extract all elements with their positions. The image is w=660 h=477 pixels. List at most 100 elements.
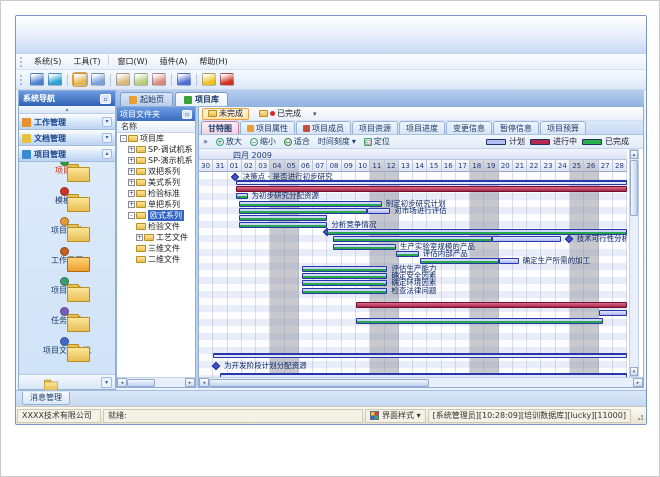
- mail-delete-icon[interactable]: [152, 73, 166, 86]
- tree-node-检验标准[interactable]: +检验标准: [117, 188, 195, 199]
- tree-node-二维文件[interactable]: 二维文件: [117, 254, 195, 265]
- nav-group-项目管理[interactable]: 项目管理▴: [19, 146, 115, 162]
- gantt-bar-mixed[interactable]: [396, 251, 419, 257]
- gantt-vertical-scrollbar[interactable]: ▴ ▾: [629, 149, 639, 377]
- lock-icon[interactable]: [202, 73, 216, 86]
- gantt-scroll-up-button[interactable]: ▴: [630, 150, 638, 159]
- filter-complete-button[interactable]: 已完成: [253, 108, 307, 120]
- mail-refresh-icon[interactable]: [134, 73, 148, 86]
- gantt-bar-mixed[interactable]: [356, 318, 603, 324]
- menu-item-3[interactable]: 插件(A): [154, 55, 194, 68]
- chevron-icon[interactable]: ▾: [102, 133, 112, 143]
- gantt-bar-mixed[interactable]: [239, 222, 327, 228]
- tree-scroll-right-button[interactable]: ▸: [185, 378, 195, 387]
- locate-button[interactable]: ◱定位: [360, 136, 394, 147]
- expand-icon[interactable]: +: [128, 157, 135, 164]
- menu-item-0[interactable]: 系统(S): [28, 55, 67, 68]
- nav-group-工作管理[interactable]: 工作管理▾: [19, 114, 115, 130]
- fit-button[interactable]: ↔适合: [280, 136, 314, 147]
- expand-icon[interactable]: +: [128, 168, 135, 175]
- zoom-out-button[interactable]: −缩小: [246, 136, 280, 147]
- tab-项目成员[interactable]: 项目成员: [296, 121, 351, 134]
- nav-footer-chevron-button[interactable]: ▾: [101, 377, 112, 388]
- gantt-horizontal-scrollbar[interactable]: ◂ ▸: [199, 377, 643, 387]
- expand-icon[interactable]: +: [136, 234, 143, 241]
- ui-style-button[interactable]: 界面样式 ▾: [365, 409, 426, 423]
- chevron-icon[interactable]: ▾: [102, 117, 112, 127]
- workspace-icon[interactable]: [30, 73, 44, 86]
- gantt-bar-mixed[interactable]: [239, 208, 367, 214]
- folder-window-icon[interactable]: [91, 73, 105, 86]
- filter-more-button[interactable]: ▾: [313, 110, 317, 118]
- gantt-bar-progress[interactable]: [356, 302, 627, 308]
- collapse-icon[interactable]: -: [120, 135, 127, 142]
- tab-变更信息[interactable]: 变更信息: [446, 121, 492, 134]
- gantt-bar-mixed[interactable]: [302, 273, 388, 279]
- tree-node-欧式系列[interactable]: -欧式系列: [117, 210, 195, 221]
- gantt-hscroll-thumb[interactable]: [209, 379, 429, 387]
- collapse-icon[interactable]: -: [128, 212, 135, 219]
- expand-icon[interactable]: +: [128, 146, 135, 153]
- tree-horizontal-scrollbar[interactable]: ◂ ▸: [117, 377, 195, 387]
- tab-项目资源[interactable]: 项目资源: [352, 121, 398, 134]
- tree-scroll-thumb[interactable]: [127, 379, 155, 387]
- nav-pin-icon[interactable]: ▫: [100, 94, 111, 104]
- nav-scroll-up-button[interactable]: ▴: [19, 106, 115, 114]
- tree-node-检验文件[interactable]: 检验文件: [117, 221, 195, 232]
- tab-暂停信息[interactable]: 暂停信息: [493, 121, 539, 134]
- stop-icon[interactable]: [220, 73, 234, 86]
- toolbar-overflow-button[interactable]: »: [199, 137, 212, 146]
- gantt-bar-mixed[interactable]: [302, 266, 388, 272]
- mail-icon[interactable]: [116, 73, 130, 86]
- nav-group-文档管理[interactable]: 文档管理▾: [19, 130, 115, 146]
- tab-项目预算[interactable]: 项目预算: [540, 121, 586, 134]
- tab-项目进度[interactable]: 项目进度: [399, 121, 445, 134]
- gantt-bar-mixed[interactable]: [239, 215, 327, 221]
- tree-scroll-left-button[interactable]: ◂: [117, 378, 127, 387]
- folder-open-icon[interactable]: [73, 73, 87, 86]
- resize-grip[interactable]: [634, 411, 644, 421]
- gantt-scroll-left-button[interactable]: ◂: [199, 378, 209, 387]
- tab-项目属性[interactable]: 项目属性: [240, 121, 295, 134]
- expand-icon[interactable]: +: [128, 179, 135, 186]
- timescale-dropdown[interactable]: 时间刻度▾: [314, 136, 360, 147]
- gantt-bar-mixed[interactable]: [236, 193, 247, 199]
- tree-node-SP-调试机系[interactable]: +SP-调试机系: [117, 144, 195, 155]
- gantt-bar-mixed[interactable]: [333, 244, 396, 250]
- tree-node-单把系列[interactable]: +单把系列: [117, 199, 195, 210]
- tree-node-三维文件[interactable]: 三维文件: [117, 243, 195, 254]
- gantt-scroll-down-button[interactable]: ▾: [630, 367, 638, 376]
- tree-node-美式系列[interactable]: +美式系列: [117, 177, 195, 188]
- sidebar-item-项目文档查找[interactable]: 项目文档查找: [19, 342, 115, 372]
- gantt-bar-mixed[interactable]: [302, 288, 388, 294]
- zoom-in-button[interactable]: +放大: [212, 136, 246, 147]
- doc-tab-项目库[interactable]: 项目库: [175, 92, 228, 106]
- gantt-bar-mixed[interactable]: [302, 280, 388, 286]
- menu-item-2[interactable]: 窗口(W): [111, 55, 153, 68]
- tree-node-双把系列[interactable]: +双把系列: [117, 166, 195, 177]
- tab-甘特图[interactable]: 甘特图: [201, 121, 239, 134]
- gantt-scroll-right-button[interactable]: ▸: [633, 378, 643, 387]
- chevron-icon[interactable]: ▴: [102, 149, 112, 159]
- expand-icon[interactable]: +: [128, 190, 135, 197]
- tree-node-工艺文件[interactable]: +工艺文件: [117, 232, 195, 243]
- gantt-bar-mixed[interactable]: [239, 201, 382, 207]
- expand-icon[interactable]: +: [128, 201, 135, 208]
- tree-node-SP-演示机系[interactable]: +SP-演示机系: [117, 155, 195, 166]
- gantt-bar-plan[interactable]: [499, 258, 519, 264]
- gantt-bar-plan[interactable]: [492, 236, 562, 242]
- gantt-bar-plan[interactable]: [599, 310, 627, 316]
- menu-item-4[interactable]: 帮助(H): [193, 55, 233, 68]
- filter-incomplete-button[interactable]: 未完成: [202, 108, 249, 120]
- gantt-bar-summary[interactable]: [236, 180, 627, 185]
- gantt-bar-summary[interactable]: [213, 353, 627, 358]
- tree-pin-icon[interactable]: ▫: [182, 110, 192, 119]
- gantt-vscroll-thumb[interactable]: [630, 160, 638, 216]
- doc-tab-起始页[interactable]: 起始页: [120, 92, 173, 106]
- gantt-bar-plan[interactable]: [367, 208, 390, 214]
- globe-icon[interactable]: [48, 73, 62, 86]
- help-icon[interactable]: [177, 73, 191, 86]
- tree-node-项目库[interactable]: -项目库: [117, 133, 195, 144]
- menu-item-1[interactable]: 工具(T): [67, 55, 106, 68]
- message-management-tab[interactable]: 消息管理: [22, 392, 70, 405]
